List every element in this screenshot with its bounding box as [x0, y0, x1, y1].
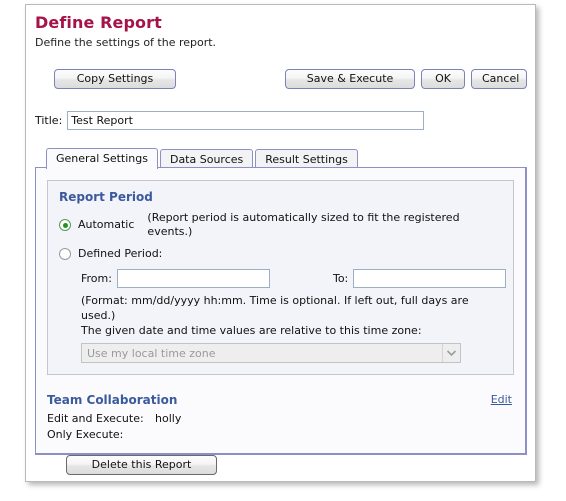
title-input[interactable]	[67, 110, 425, 130]
to-input[interactable]	[353, 269, 507, 288]
from-label: From:	[81, 272, 112, 285]
automatic-hint: (Report period is automatically sized to…	[147, 211, 460, 238]
only-execute-row: Only Execute:	[47, 427, 514, 443]
ok-button[interactable]: OK	[421, 69, 465, 89]
automatic-option-row[interactable]: Automatic (Report period is automaticall…	[59, 211, 502, 239]
team-collaboration-section: Team Collaboration Edit Edit and Execute…	[47, 393, 514, 443]
from-to-row: From: To:	[81, 269, 507, 288]
save-and-execute-button[interactable]: Save & Execute	[285, 69, 415, 89]
define-report-dialog: Define Report Define the settings of the…	[25, 4, 536, 482]
from-input[interactable]	[116, 269, 270, 288]
defined-period-option-row[interactable]: Defined Period:	[59, 247, 502, 261]
automatic-label: Automatic	[78, 218, 135, 231]
report-period-section: Report Period Automatic (Report period i…	[47, 180, 514, 375]
automatic-radio[interactable]	[59, 219, 71, 231]
page-title: Define Report	[35, 13, 162, 32]
timezone-select[interactable]: Use my local time zone	[81, 343, 461, 363]
tab-general-settings[interactable]: General Settings	[46, 148, 158, 169]
edit-and-execute-label: Edit and Execute:	[47, 412, 144, 425]
timezone-hint: The given date and time values are relat…	[81, 324, 422, 337]
defined-period-radio[interactable]	[59, 248, 71, 260]
tab-data-sources[interactable]: Data Sources	[159, 149, 254, 169]
defined-period-fields: From: To: (Format: mm/dd/yyyy hh:mm. Tim…	[59, 269, 507, 363]
cancel-button[interactable]: Cancel	[471, 69, 527, 89]
only-execute-label: Only Execute:	[47, 428, 124, 441]
team-collaboration-edit-link[interactable]: Edit	[491, 393, 512, 406]
chevron-down-icon	[442, 344, 460, 362]
toolbar: Copy Settings Save & Execute OK Cancel	[35, 69, 527, 91]
delete-report-button[interactable]: Delete this Report	[66, 455, 217, 475]
tab-result-settings[interactable]: Result Settings	[255, 149, 358, 169]
general-settings-panel: Report Period Automatic (Report period i…	[35, 167, 527, 475]
date-format-hint: (Format: mm/dd/yyyy hh:mm. Time is optio…	[81, 294, 469, 322]
timezone-select-value: Use my local time zone	[87, 346, 216, 360]
title-field-row: Title:	[35, 110, 527, 130]
report-period-heading: Report Period	[59, 190, 153, 204]
team-collaboration-heading: Team Collaboration	[47, 393, 178, 407]
toolbar-right-group: Save & Execute OK Cancel	[285, 69, 527, 89]
copy-settings-button[interactable]: Copy Settings	[54, 69, 176, 89]
defined-period-label: Defined Period:	[78, 247, 163, 260]
delete-row: Delete this Report	[47, 455, 514, 475]
tab-strip: General Settings Data Sources Result Setti…	[35, 148, 527, 169]
edit-and-execute-row: Edit and Execute: holly	[47, 411, 514, 427]
to-label: To:	[332, 272, 349, 285]
title-field-label: Title:	[35, 113, 63, 127]
edit-and-execute-value: holly	[155, 412, 182, 425]
page-subtitle: Define the settings of the report.	[35, 36, 217, 49]
